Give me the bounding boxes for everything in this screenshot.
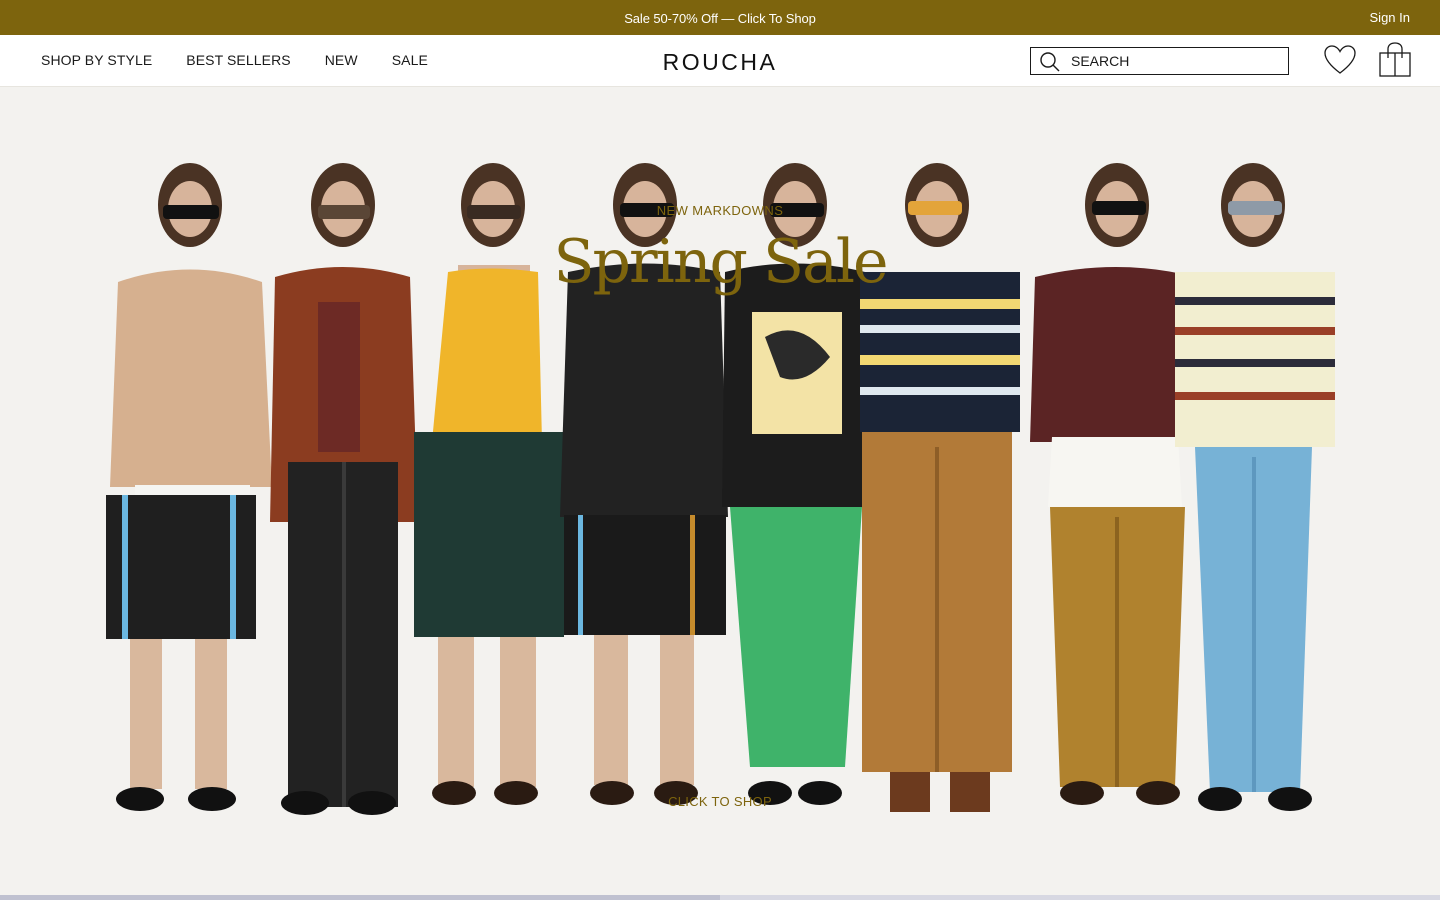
hero-slider-thumb[interactable] (0, 895, 720, 900)
hero-slider-track[interactable] (0, 895, 1440, 900)
header: SHOP BY STYLE BEST SELLERS NEW SALE ROUC… (0, 35, 1440, 87)
hero-eyebrow: NEW MARKDOWNS (656, 203, 784, 218)
sign-in-link[interactable]: Sign In (1370, 10, 1410, 25)
search-input[interactable] (1071, 51, 1281, 71)
search-box[interactable] (1030, 47, 1289, 75)
hero-cta-link[interactable]: CLICK TO SHOP (0, 794, 1440, 809)
promo-bar[interactable]: Sale 50-70% Off — Click To Shop Sign In (0, 0, 1440, 35)
promo-text[interactable]: Sale 50-70% Off — Click To Shop (0, 11, 1440, 26)
heart-icon[interactable] (1322, 44, 1358, 76)
shopping-bag-icon[interactable] (1377, 42, 1413, 78)
hero-title[interactable]: Spring Sale (0, 227, 1440, 297)
hero-banner[interactable]: NEW MARKDOWNS Spring Sale CLICK TO SHOP (0, 87, 1440, 895)
search-icon[interactable] (1039, 51, 1061, 73)
